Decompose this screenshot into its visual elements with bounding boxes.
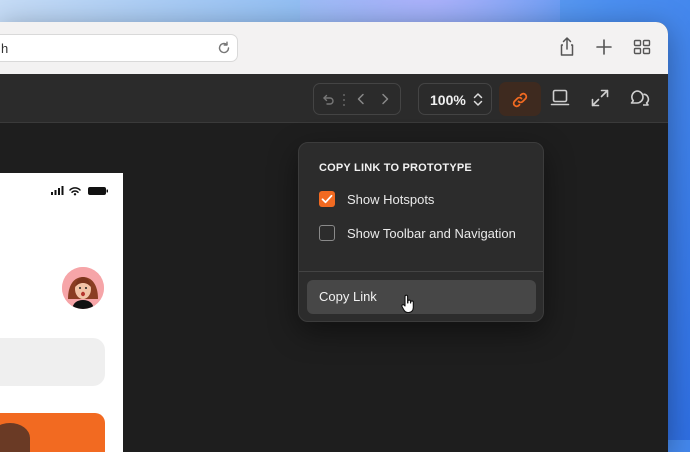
prototype-phone-frame[interactable]	[0, 173, 123, 452]
show-hotspots-label: Show Hotspots	[347, 192, 435, 207]
address-bar[interactable]: h	[0, 34, 238, 62]
tab-overview-icon[interactable]	[631, 36, 653, 58]
avatar-illustration	[62, 267, 104, 309]
prototype-toolbar: 100%	[0, 74, 668, 123]
chevron-left-icon[interactable]	[353, 91, 369, 107]
comments-icon[interactable]	[628, 87, 650, 109]
show-toolbar-checkbox[interactable]	[319, 225, 335, 241]
copy-link-popover: COPY LINK TO PROTOTYPE Show Hotspots Sho…	[298, 142, 544, 322]
new-tab-icon[interactable]	[593, 36, 615, 58]
option-show-hotspots[interactable]: Show Hotspots	[319, 191, 539, 209]
copy-link-label: Copy Link	[319, 289, 377, 304]
copy-link-action-button[interactable]: Copy Link	[307, 280, 536, 314]
undo-icon[interactable]	[320, 91, 336, 107]
search-field[interactable]	[0, 338, 105, 386]
status-bar-icons	[51, 186, 108, 196]
device-icon[interactable]	[549, 87, 571, 109]
popover-title: COPY LINK TO PROTOTYPE	[319, 162, 472, 174]
checkmark-icon	[321, 194, 333, 204]
link-icon	[512, 92, 528, 108]
avatar[interactable]	[62, 267, 104, 309]
zoom-level: 100%	[430, 92, 466, 108]
zoom-control[interactable]: 100%	[418, 83, 492, 115]
hand-cursor-icon	[401, 294, 414, 314]
popover-divider	[299, 271, 543, 272]
option-show-toolbar[interactable]: Show Toolbar and Navigation	[319, 225, 539, 243]
fullscreen-icon[interactable]	[589, 87, 611, 109]
share-icon[interactable]	[556, 36, 578, 58]
promo-card[interactable]	[0, 413, 105, 452]
promo-card-illustration	[0, 423, 30, 452]
copy-link-button[interactable]	[499, 82, 541, 116]
history-navigation	[313, 83, 401, 115]
show-toolbar-label: Show Toolbar and Navigation	[347, 226, 516, 241]
address-bar-text: h	[1, 41, 9, 56]
drag-dots-icon	[343, 94, 345, 106]
browser-toolbar: h	[0, 22, 668, 75]
zoom-stepper-icon[interactable]	[471, 91, 485, 108]
reload-icon[interactable]	[216, 40, 232, 56]
browser-window: h 100% COPY LINK TO PROTOTYPE Show Hotsp…	[0, 22, 668, 452]
show-hotspots-checkbox[interactable]	[319, 191, 335, 207]
chevron-right-icon[interactable]	[377, 91, 393, 107]
